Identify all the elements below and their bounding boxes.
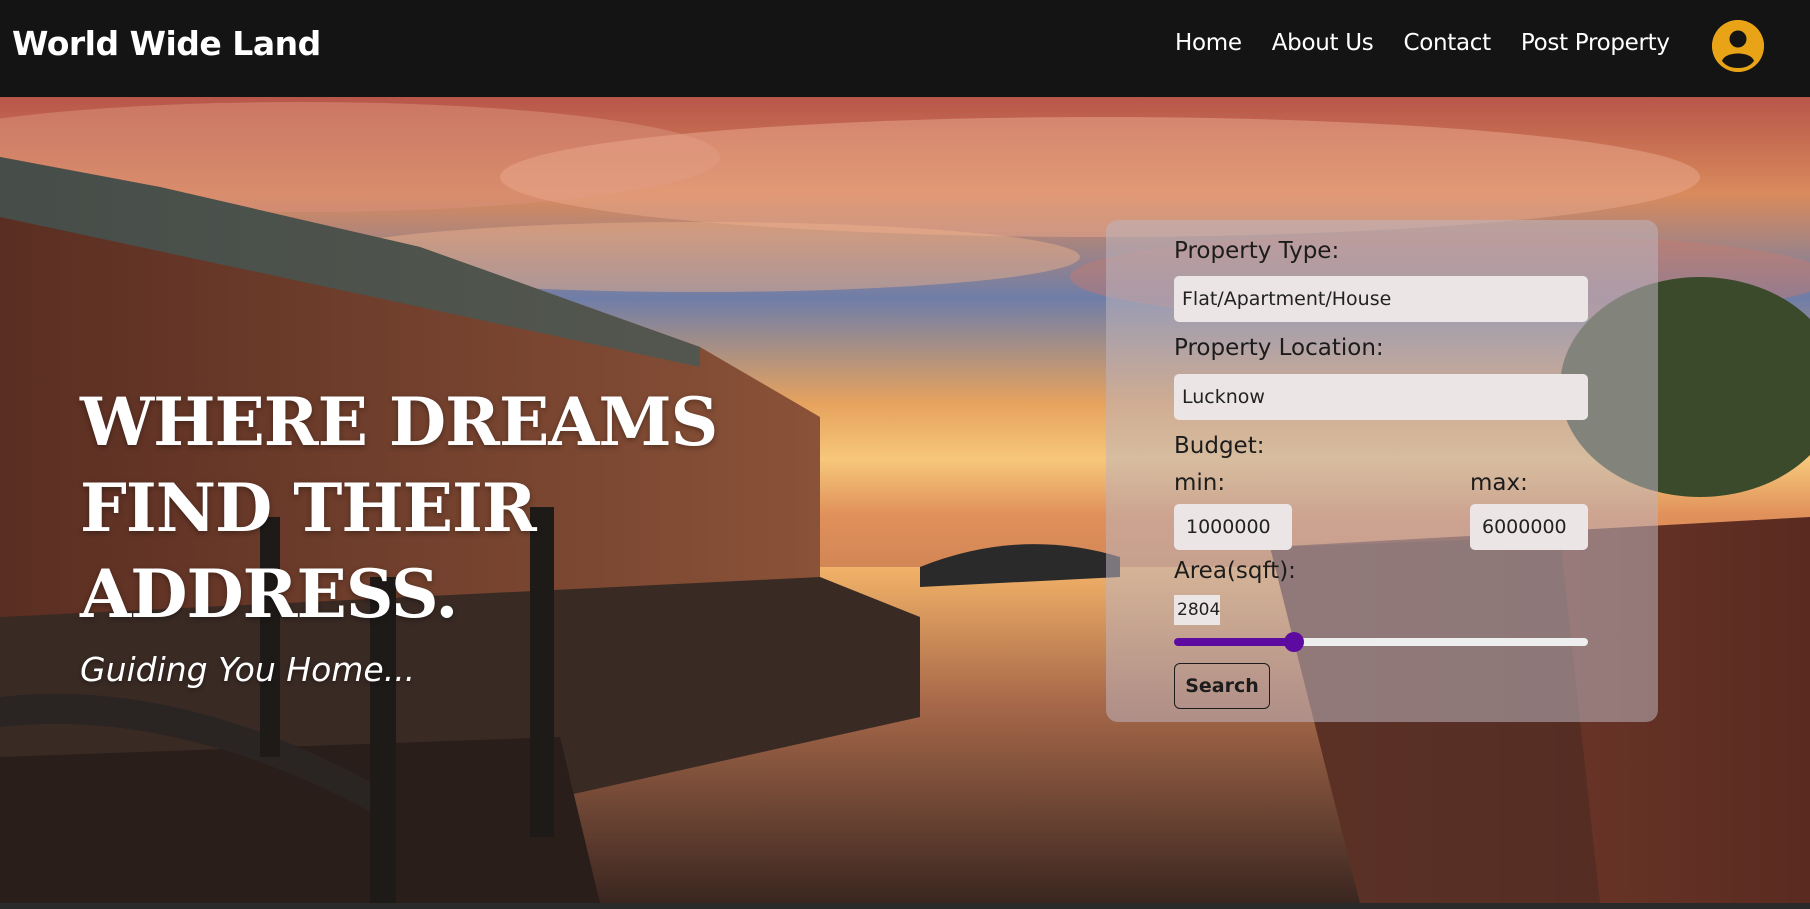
headline-line-2: FIND THEIR [80, 469, 537, 547]
property-location-input[interactable] [1174, 374, 1588, 420]
budget-min-label: min: [1174, 470, 1226, 496]
area-slider[interactable] [1174, 632, 1588, 652]
nav-links: Home About Us Contact Post Property [1175, 30, 1670, 56]
hero-headline: WHERE DREAMS FIND THEIR ADDRESS. [80, 379, 720, 637]
headline-line-3: ADDRESS. [80, 555, 458, 633]
budget-max-label: max: [1470, 470, 1528, 496]
nav-link-post-property[interactable]: Post Property [1521, 30, 1670, 56]
property-search-panel: Property Type: Property Location: Budget… [1106, 220, 1658, 722]
property-type-input[interactable] [1174, 276, 1588, 322]
area-value-display: 2804 [1174, 595, 1220, 625]
navbar: World Wide Land Home About Us Contact Po… [0, 0, 1810, 97]
nav-link-about-us[interactable]: About Us [1272, 30, 1374, 56]
hero-tagline: Guiding You Home... [80, 650, 416, 689]
budget-label: Budget: [1174, 433, 1265, 459]
headline-line-1: WHERE DREAMS [80, 383, 718, 461]
user-circle-icon [1712, 20, 1764, 72]
search-button[interactable]: Search [1174, 663, 1270, 709]
budget-max-input[interactable] [1470, 504, 1588, 550]
property-type-label: Property Type: [1174, 238, 1340, 264]
user-avatar-button[interactable] [1712, 20, 1764, 72]
page-bottom-edge [0, 903, 1810, 909]
area-slider-thumb[interactable] [1284, 632, 1304, 652]
area-slider-fill [1174, 638, 1294, 646]
nav-link-home[interactable]: Home [1175, 30, 1242, 56]
brand-logo-text[interactable]: World Wide Land [12, 24, 321, 63]
nav-link-contact[interactable]: Contact [1403, 30, 1491, 56]
property-location-label: Property Location: [1174, 335, 1384, 361]
area-label: Area(sqft): [1174, 558, 1296, 584]
budget-min-input[interactable] [1174, 504, 1292, 550]
